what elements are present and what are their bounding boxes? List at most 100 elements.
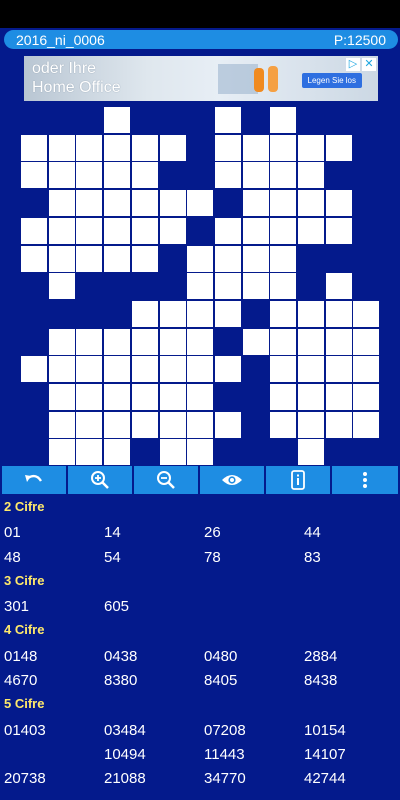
grid-cell[interactable] (130, 327, 159, 356)
grid-cell[interactable] (186, 244, 215, 273)
grid-cell[interactable] (47, 383, 76, 411)
grid-cell[interactable] (103, 244, 132, 273)
grid-cell[interactable] (103, 327, 132, 356)
grid-cell[interactable] (103, 161, 132, 190)
grid-cell[interactable] (269, 327, 298, 356)
grid-cell[interactable] (324, 410, 353, 439)
grid-cell[interactable] (186, 438, 215, 467)
grid-cell[interactable] (103, 106, 132, 134)
grid-cell[interactable] (130, 161, 159, 190)
grid-cell[interactable] (269, 299, 298, 328)
grid-cell[interactable] (103, 355, 132, 384)
grid-cell[interactable] (20, 244, 48, 273)
grid-cell[interactable] (186, 355, 215, 384)
grid-cell[interactable] (47, 216, 76, 245)
grid-cell[interactable] (130, 410, 159, 439)
grid-cell[interactable] (186, 327, 215, 356)
grid-cell[interactable] (20, 161, 48, 190)
grid-cell[interactable] (75, 161, 104, 190)
grid-cell[interactable] (186, 383, 215, 411)
grid-cell[interactable] (103, 383, 132, 411)
grid-cell[interactable] (130, 216, 159, 245)
undo-button[interactable] (2, 466, 66, 494)
grid-cell[interactable] (20, 355, 48, 384)
grid-cell[interactable] (158, 299, 187, 328)
grid-cell[interactable] (352, 410, 381, 439)
grid-cell[interactable] (75, 216, 104, 245)
grid-cell[interactable] (269, 133, 298, 162)
grid-cell[interactable] (47, 189, 76, 218)
grid-cell[interactable] (103, 410, 132, 439)
grid-cell[interactable] (213, 216, 242, 245)
grid-cell[interactable] (213, 106, 242, 134)
grid-cell[interactable] (75, 189, 104, 218)
grid-cell[interactable] (213, 161, 242, 190)
grid-cell[interactable] (158, 216, 187, 245)
grid-cell[interactable] (269, 410, 298, 439)
grid-cell[interactable] (269, 189, 298, 218)
grid-cell[interactable] (297, 410, 325, 439)
grid-cell[interactable] (297, 189, 325, 218)
grid-cell[interactable] (352, 355, 381, 384)
grid-cell[interactable] (75, 244, 104, 273)
grid-cell[interactable] (297, 216, 325, 245)
grid-cell[interactable] (158, 327, 187, 356)
grid-cell[interactable] (158, 438, 187, 467)
grid-cell[interactable] (269, 216, 298, 245)
play-icon[interactable]: ▷ (346, 58, 360, 71)
show-solution-button[interactable] (200, 466, 264, 494)
grid-cell[interactable] (47, 410, 76, 439)
grid-cell[interactable] (47, 161, 76, 190)
grid-cell[interactable] (213, 272, 242, 301)
grid-cell[interactable] (103, 216, 132, 245)
grid-cell[interactable] (158, 410, 187, 439)
grid-cell[interactable] (297, 161, 325, 190)
grid-cell[interactable] (241, 327, 270, 356)
grid-cell[interactable] (20, 133, 48, 162)
grid-cell[interactable] (269, 272, 298, 301)
grid-cell[interactable] (269, 244, 298, 273)
grid-cell[interactable] (47, 438, 76, 467)
grid-cell[interactable] (324, 327, 353, 356)
grid-cell[interactable] (297, 299, 325, 328)
grid-cell[interactable] (241, 244, 270, 273)
grid-cell[interactable] (241, 272, 270, 301)
grid-cell[interactable] (297, 327, 325, 356)
more-options-button[interactable] (332, 466, 398, 494)
grid-cell[interactable] (241, 189, 270, 218)
grid-cell[interactable] (324, 299, 353, 328)
close-icon[interactable]: ✕ (362, 58, 376, 71)
grid-cell[interactable] (75, 327, 104, 356)
grid-cell[interactable] (103, 438, 132, 467)
grid-cell[interactable] (213, 244, 242, 273)
grid-cell[interactable] (130, 299, 159, 328)
grid-cell[interactable] (324, 133, 353, 162)
grid-cell[interactable] (186, 410, 215, 439)
grid-cell[interactable] (130, 244, 159, 273)
grid-cell[interactable] (352, 383, 381, 411)
info-button[interactable] (266, 466, 330, 494)
grid-cell[interactable] (297, 383, 325, 411)
grid-cell[interactable] (269, 106, 298, 134)
grid-cell[interactable] (324, 355, 353, 384)
grid-cell[interactable] (241, 133, 270, 162)
grid-cell[interactable] (269, 355, 298, 384)
ad-cta-button[interactable]: Legen Sie los (301, 73, 362, 88)
grid-cell[interactable] (103, 133, 132, 162)
grid-cell[interactable] (213, 299, 242, 328)
grid-cell[interactable] (324, 216, 353, 245)
grid-cell[interactable] (352, 327, 381, 356)
grid-cell[interactable] (186, 189, 215, 218)
grid-cell[interactable] (324, 383, 353, 411)
grid-cell[interactable] (269, 161, 298, 190)
ad-banner[interactable]: oder Ihre Home Office Legen Sie los ▷ ✕ (24, 56, 378, 101)
grid-cell[interactable] (213, 133, 242, 162)
grid-cell[interactable] (324, 272, 353, 301)
grid-cell[interactable] (352, 299, 381, 328)
grid-cell[interactable] (75, 438, 104, 467)
grid-cell[interactable] (186, 272, 215, 301)
grid-cell[interactable] (47, 272, 76, 301)
grid-cell[interactable] (47, 244, 76, 273)
grid-cell[interactable] (213, 355, 242, 384)
grid-cell[interactable] (130, 355, 159, 384)
